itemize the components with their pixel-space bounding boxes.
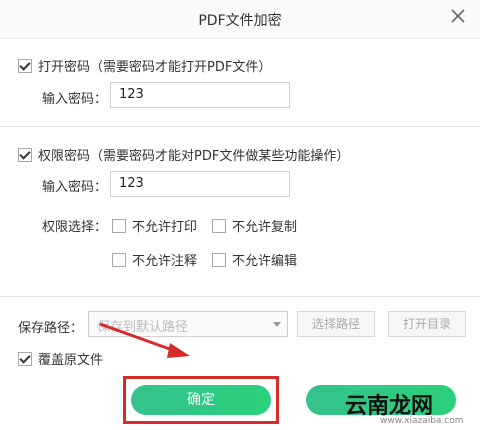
watermark-url: www.xiazaiba.com [380,416,464,426]
annotation-arrow-icon [99,322,190,358]
